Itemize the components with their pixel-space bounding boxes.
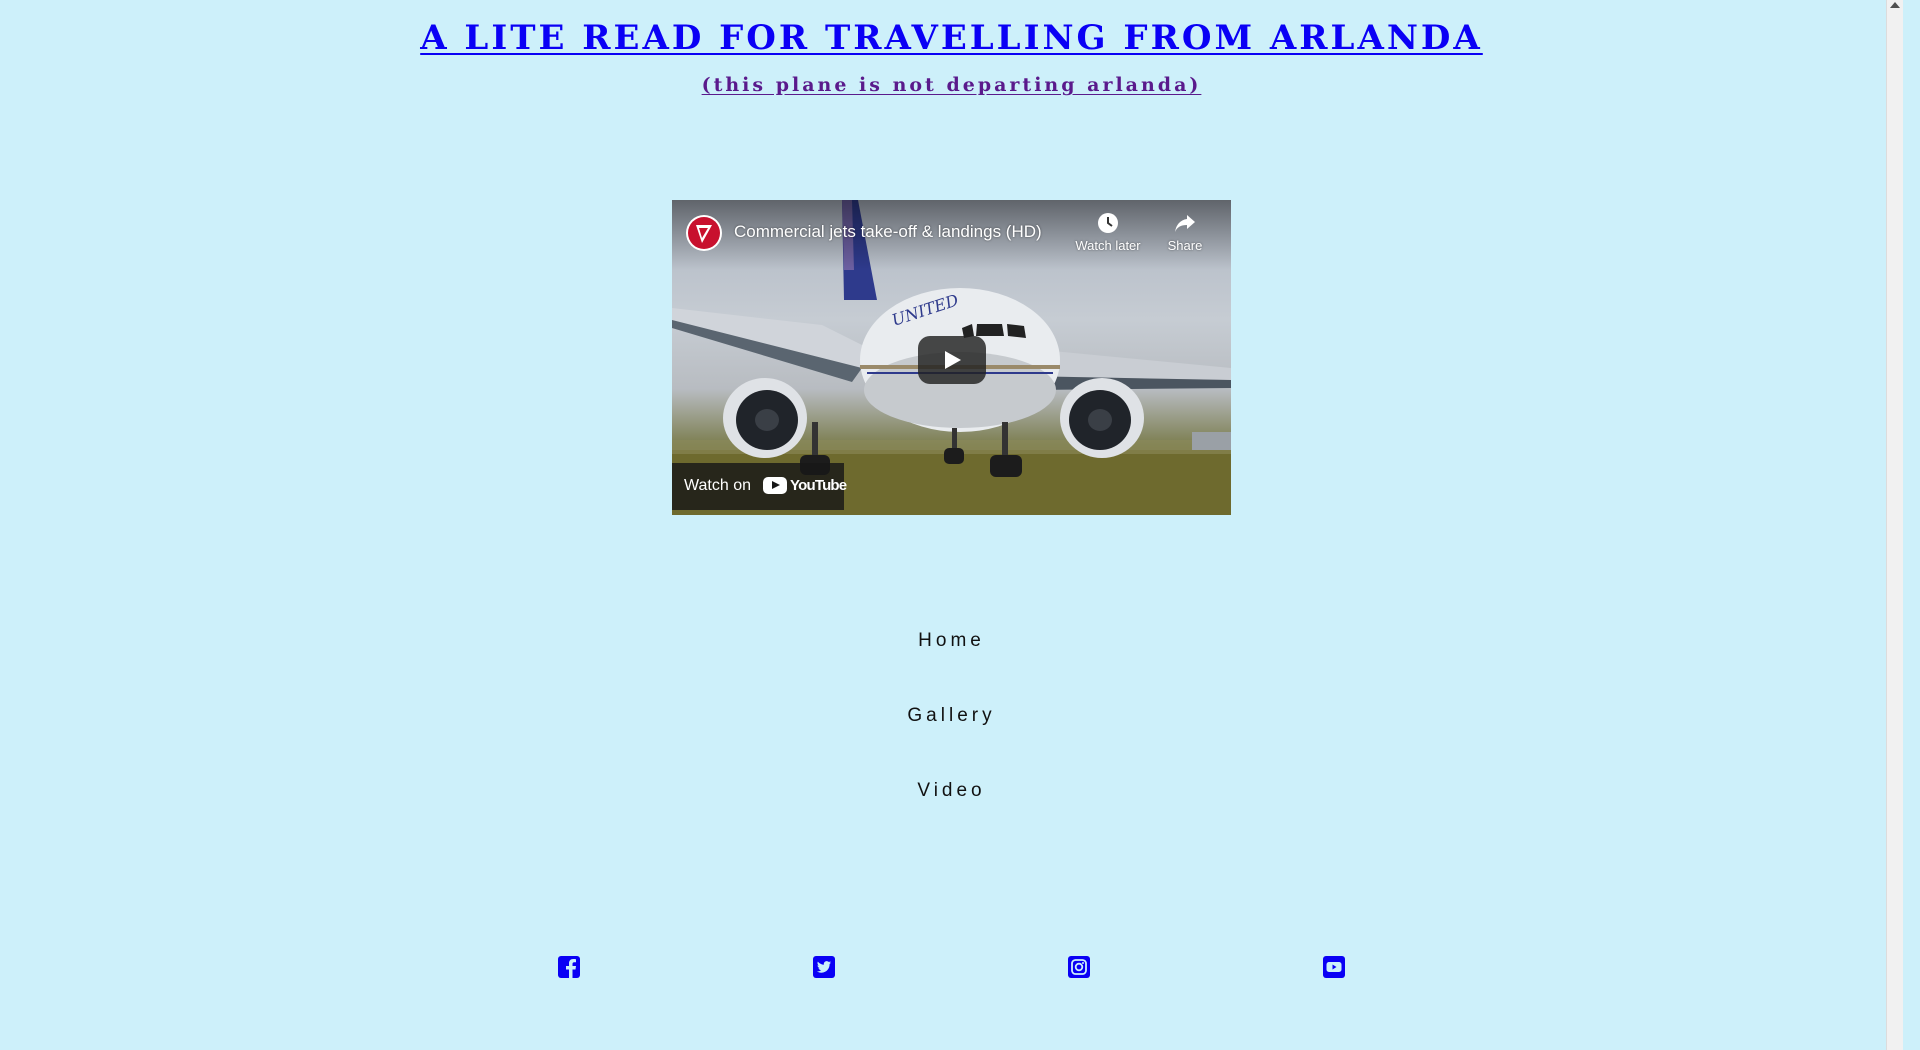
channel-avatar[interactable] [686, 215, 722, 251]
watch-later-button[interactable]: Watch later [1070, 212, 1146, 253]
social-links [0, 955, 1903, 981]
play-button[interactable] [918, 336, 986, 384]
channel-logo-icon [688, 217, 720, 249]
facebook-icon[interactable] [557, 955, 581, 979]
twitter-icon[interactable] [812, 955, 836, 979]
vertical-scrollbar[interactable] [1886, 0, 1903, 1050]
youtube-logo-text: YouTube [790, 477, 847, 494]
share-label: Share [1167, 238, 1203, 253]
page: A LITE READ FOR TRAVELLING FROM ARLANDA … [0, 0, 1903, 1050]
play-icon [945, 351, 961, 369]
watch-on-youtube-button[interactable]: Watch on YouTube [672, 463, 847, 510]
share-icon [1175, 215, 1195, 232]
site-title-link[interactable]: A LITE READ FOR TRAVELLING FROM ARLANDA [420, 18, 1483, 58]
nav-item-video[interactable]: Video [0, 780, 1903, 855]
instagram-icon[interactable] [1067, 955, 1091, 979]
youtube-embed[interactable]: UNITED Commercial jets take-off & landin… [672, 200, 1231, 515]
site-subtitle-link[interactable]: (this plane is not departing arlanda) [0, 74, 1903, 96]
watch-later-label: Watch later [1075, 238, 1141, 253]
clock-icon [1098, 213, 1118, 233]
nav-item-home[interactable]: Home [0, 630, 1903, 705]
header: A LITE READ FOR TRAVELLING FROM ARLANDA … [0, 0, 1903, 96]
scroll-up-arrow-icon[interactable] [1890, 2, 1900, 8]
watch-on-label: Watch on [684, 477, 751, 494]
youtube-icon[interactable] [1322, 955, 1346, 979]
nav-item-gallery[interactable]: Gallery [0, 705, 1903, 780]
main-nav: Home Gallery Video [0, 630, 1903, 855]
share-button[interactable]: Share [1157, 212, 1213, 253]
video-title[interactable]: Commercial jets take-off & landings (HD) [734, 222, 1042, 242]
